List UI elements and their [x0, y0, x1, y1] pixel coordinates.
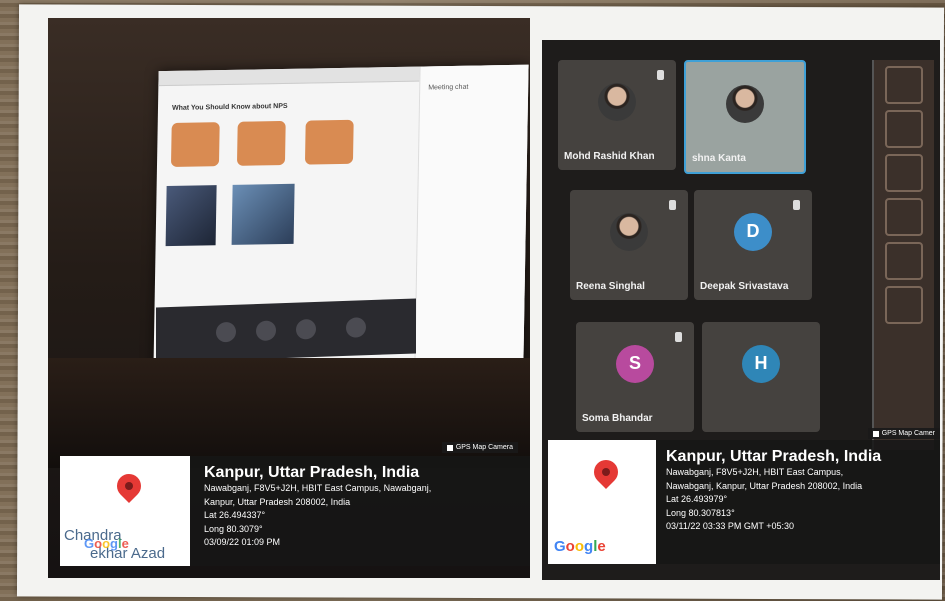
google-logo: Google [554, 538, 606, 555]
share-icon [296, 318, 316, 340]
meeting-control-bar [156, 298, 416, 363]
gps-camera-badge: GPS Map Camera [441, 442, 518, 453]
address-line: Kanpur, Uttar Pradesh 208002, India [204, 496, 351, 507]
chat-title: Meeting chat [428, 83, 469, 92]
participant-tile: Reena Singhal [570, 190, 688, 300]
address-line: Nawabganj, F8V5+J2H, HBIT East Campus, [666, 467, 844, 478]
whiteboard-toolbar [872, 60, 934, 450]
datetime: 03/09/22 01:09 PM [204, 537, 281, 548]
participant-tile: S Soma Bhandar [576, 322, 694, 432]
highlighter-icon [885, 242, 923, 280]
pin-icon [675, 332, 682, 342]
participant-initial: H [742, 344, 780, 383]
participant-name: Deepak Srivastava [700, 281, 789, 292]
participant-name: Soma Bhandar [582, 413, 653, 424]
google-logo: Google [84, 536, 129, 551]
map-pin-icon [112, 469, 146, 503]
pin-icon [669, 200, 676, 210]
participant-tile: D Deepak Srivastava [694, 190, 812, 300]
undo-icon [885, 286, 923, 324]
participant-tile: H [702, 322, 820, 432]
right-geotagged-photo: Mohd Rashid Khan shna Kanta Reena Singha… [542, 40, 940, 580]
page-icon [885, 66, 923, 104]
left-geotagged-photo: What You Should Know about NPS Meeting c… [48, 18, 530, 578]
slide-card [170, 122, 220, 167]
location-info-box: Kanpur, Uttar Pradesh, India Nawabganj, … [656, 440, 940, 564]
participant-tile: shna Kanta [684, 60, 806, 174]
participant-tile: Mohd Rashid Khan [558, 60, 676, 170]
slide-card [304, 119, 354, 165]
camera-badge-label: GPS Map Camera [455, 444, 513, 451]
map-thumbnail: Chandra ekhar Azad Google [60, 456, 190, 566]
address-line: Nawabganj, Kanpur, Uttar Pradesh 208002,… [666, 480, 863, 491]
participant-name: shna Kanta [692, 153, 746, 164]
participant-photo [598, 82, 636, 121]
export-icon [885, 154, 923, 192]
mic-icon [216, 321, 236, 343]
longitude: Long 80.307813° [666, 507, 735, 518]
participant-initial: D [734, 212, 772, 251]
more-icon [346, 317, 366, 338]
participant-name: Reena Singhal [576, 281, 645, 292]
pin-icon [657, 70, 664, 80]
slide-image [165, 185, 217, 247]
latitude: Lat 26.493979° [666, 494, 728, 505]
camera-badge-label: GPS Map Camer [881, 430, 935, 437]
address-line: Nawabganj, F8V5+J2H, HBIT East Campus, N… [204, 483, 432, 494]
datetime: 03/11/22 03:33 PM GMT +05:30 [666, 521, 794, 532]
participant-photo [726, 84, 764, 123]
camera-icon [256, 320, 276, 342]
longitude: Long 80.3079° [204, 523, 263, 534]
gps-camera-badge: GPS Map Camer [867, 428, 940, 439]
participant-grid: Mohd Rashid Khan shna Kanta Reena Singha… [552, 52, 857, 472]
map-thumbnail: Google [548, 440, 656, 564]
participant-initial: S [616, 344, 654, 383]
pin-icon [793, 200, 800, 210]
location-title: Kanpur, Uttar Pradesh, India [666, 448, 882, 465]
pen-icon [885, 198, 923, 236]
slide-image [231, 183, 295, 245]
chat-panel: Meeting chat [414, 64, 529, 367]
camera-icon [872, 430, 879, 437]
location-title: Kanpur, Uttar Pradesh, India [204, 464, 420, 481]
import-icon [885, 110, 923, 148]
map-pin-icon [589, 455, 623, 489]
location-info-box: Kanpur, Uttar Pradesh, India Nawabganj, … [190, 456, 530, 566]
participant-name: Mohd Rashid Khan [564, 151, 655, 162]
camera-icon [446, 444, 453, 451]
slide-title: What You Should Know about NPS [171, 102, 288, 112]
participant-photo [610, 212, 648, 251]
latitude: Lat 26.494337° [204, 510, 266, 521]
slide-card [236, 120, 286, 166]
